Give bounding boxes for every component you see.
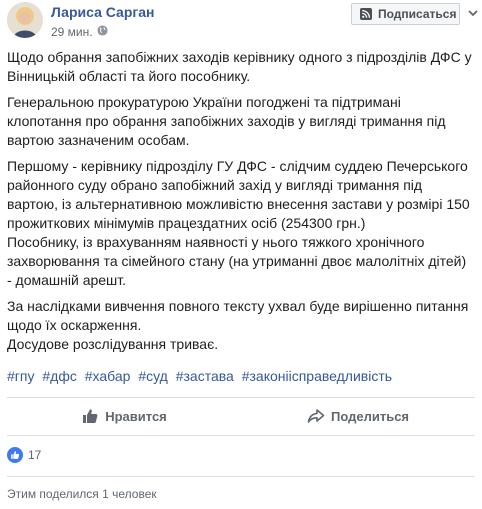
rss-icon	[360, 8, 372, 20]
hashtag-link[interactable]: #законіісправедливість	[242, 368, 392, 384]
share-label: Поделиться	[330, 408, 410, 424]
hashtags: #гпу #дфс #хабар #суд #застава #законііс…	[7, 367, 477, 386]
paragraph: Генеральною прокуратурою України погодже…	[7, 94, 446, 148]
hashtag-link[interactable]: #хабар	[85, 368, 131, 384]
divider	[7, 435, 475, 436]
hashtag-link[interactable]: #гпу	[7, 368, 34, 384]
paragraph: Першому - керівнику підрозділу ГУ ДФС - …	[7, 158, 470, 288]
like-label: Нравится	[105, 408, 167, 424]
post-text: Щодо обрання запобіжних заходів керівник…	[7, 48, 477, 361]
paragraph: За наслідками вивчення повного тексту ух…	[7, 298, 469, 352]
post-options-button[interactable]	[466, 6, 480, 20]
hashtag-link[interactable]: #застава	[176, 368, 234, 384]
post-actions: Нравится Поделиться	[7, 398, 475, 434]
author-name[interactable]: Лариса Сарган	[51, 4, 154, 20]
hashtag-link[interactable]: #суд	[138, 368, 168, 384]
like-reaction-icon	[7, 447, 23, 463]
subscribe-button[interactable]: Подписаться	[351, 3, 460, 25]
post-meta: 29 мин.	[51, 25, 108, 39]
post-time[interactable]: 29 мин.	[51, 25, 93, 39]
divider	[7, 476, 475, 477]
avatar[interactable]	[7, 2, 43, 38]
reaction-count: 17	[28, 448, 42, 462]
share-arrow-icon	[307, 409, 325, 423]
reactions-summary[interactable]: 17	[7, 446, 41, 464]
like-button[interactable]: Нравится	[7, 398, 241, 434]
paragraph: Щодо обрання запобіжних заходів керівник…	[7, 49, 472, 84]
hashtag-link[interactable]: #дфс	[42, 368, 76, 384]
globe-icon	[97, 25, 108, 39]
thumbs-up-icon	[83, 409, 98, 423]
chevron-down-icon	[468, 4, 478, 22]
shares-count[interactable]: Этим поделился 1 человек	[7, 487, 157, 501]
post-header: Лариса Сарган 29 мин. Подписаться	[0, 0, 482, 44]
share-button[interactable]: Поделиться	[241, 398, 475, 434]
subscribe-label: Подписаться	[378, 7, 457, 21]
